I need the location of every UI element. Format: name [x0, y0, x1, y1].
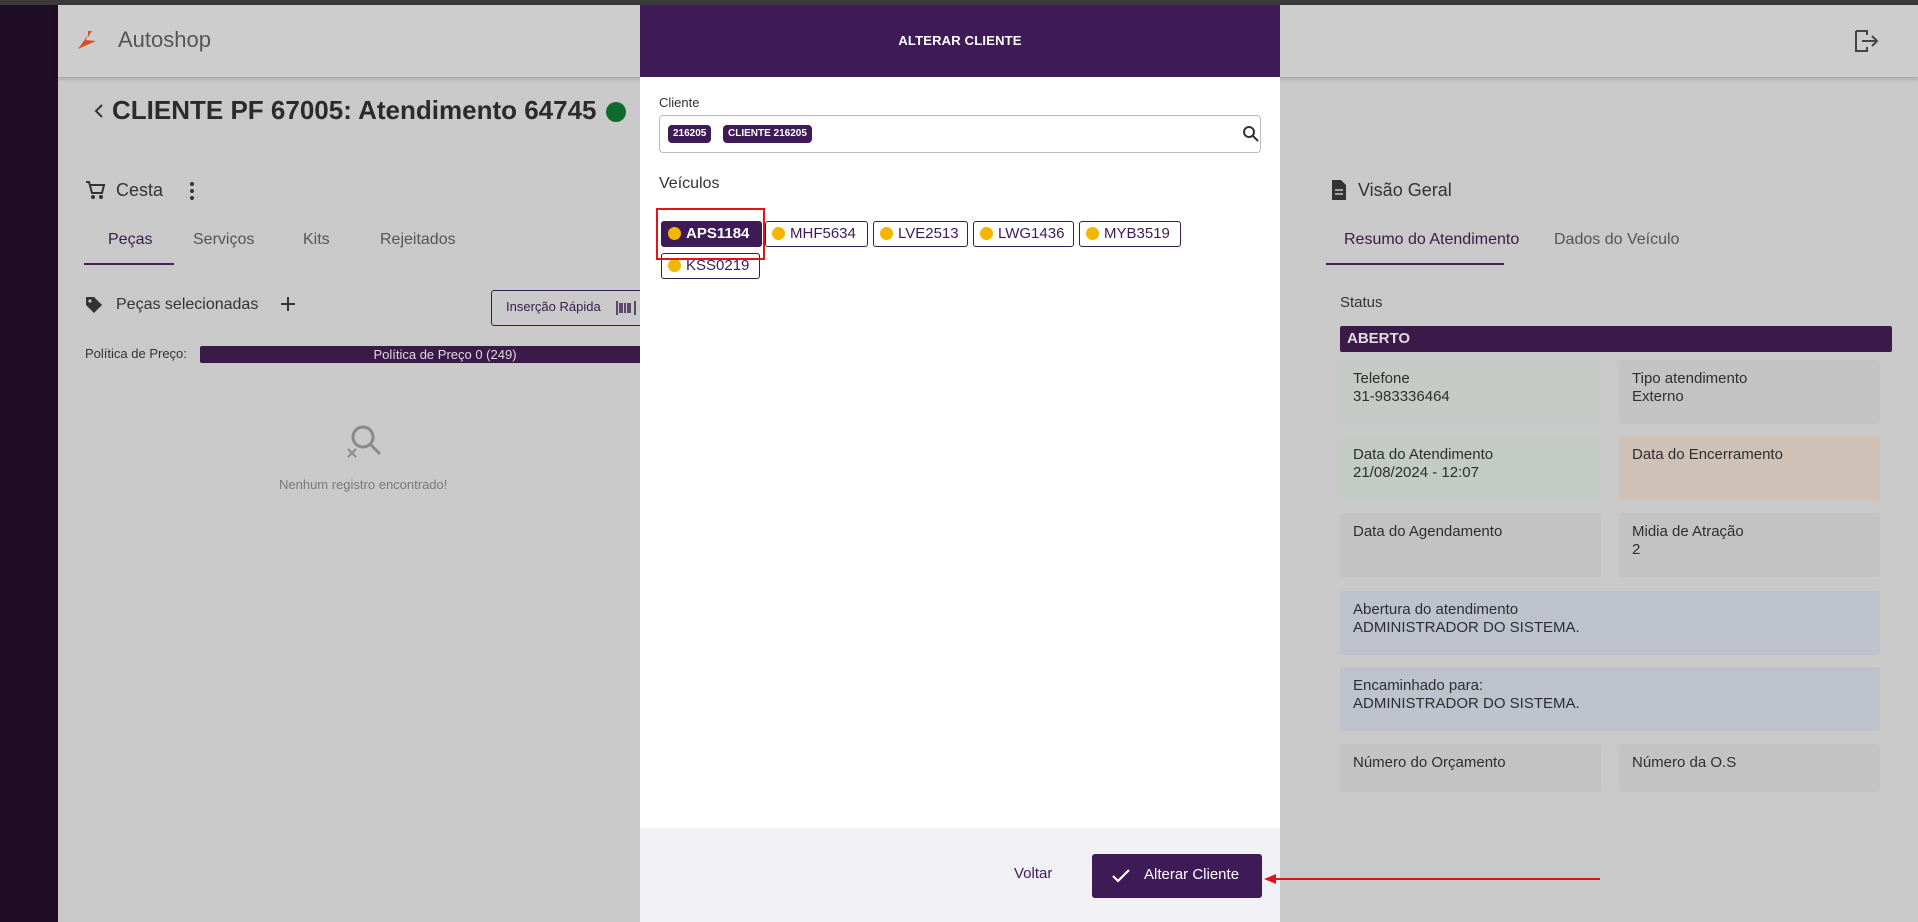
opening-label: Abertura do atendimento: [1353, 601, 1519, 618]
opening-card: Abertura do atendimento ADMINISTRADOR DO…: [1340, 591, 1880, 655]
annotation-arrow-icon: [1264, 874, 1600, 884]
tab-pecas[interactable]: Peças: [108, 231, 152, 249]
opening-value: ADMINISTRADOR DO SISTEMA.: [1353, 619, 1580, 636]
tab-rejeitados[interactable]: Rejeitados: [380, 231, 456, 249]
tab-kits[interactable]: Kits: [303, 231, 330, 249]
phone-card: Telefone 31-983336464: [1340, 360, 1601, 424]
tab-dados-veiculo[interactable]: Dados do Veículo: [1554, 231, 1679, 249]
more-vert-icon[interactable]: [188, 181, 196, 201]
tab-resumo[interactable]: Resumo do Atendimento: [1344, 231, 1519, 249]
vehicle-chip-lwg1436[interactable]: LWG1436: [973, 221, 1074, 247]
add-part-icon[interactable]: [280, 296, 296, 312]
vehicle-chip-lve2513[interactable]: LVE2513: [873, 221, 968, 247]
tab-servicos[interactable]: Serviços: [193, 231, 254, 249]
app-title: Autoshop: [118, 27, 211, 52]
status-indicator: [606, 102, 626, 122]
change-client-button[interactable]: Alterar Cliente: [1092, 854, 1262, 898]
back-button[interactable]: Voltar: [1014, 865, 1052, 882]
selected-parts-label: Peças selecionadas: [116, 296, 259, 313]
close-date-label: Data do Encerramento: [1632, 446, 1783, 463]
check-icon: [1112, 869, 1130, 883]
overview-title: Visão Geral: [1358, 180, 1452, 200]
client-search-input[interactable]: 216205 CLIENTE 216205: [659, 115, 1261, 153]
tab-resumo-underline: [1326, 263, 1504, 265]
vehicle-plate: MHF5634: [790, 225, 856, 242]
vehicles-label: Veículos: [659, 175, 720, 192]
search-off-icon: [347, 425, 382, 458]
vehicle-status-dot: [1086, 227, 1099, 240]
modal-footer: Voltar Alterar Cliente: [640, 828, 1280, 922]
service-date-card: Data do Atendimento 21/08/2024 - 12:07: [1340, 436, 1601, 500]
forwarded-card: Encaminhado para: ADMINISTRADOR DO SISTE…: [1340, 667, 1880, 731]
schedule-date-card: Data do Agendamento: [1340, 513, 1601, 577]
status-label: Status: [1340, 294, 1383, 311]
status-value: ABERTO: [1340, 326, 1892, 352]
service-type-value: Externo: [1632, 388, 1684, 405]
media-value: 2: [1632, 541, 1641, 558]
client-chip-name[interactable]: CLIENTE 216205: [723, 125, 812, 143]
vehicle-plate: MYB3519: [1104, 225, 1170, 242]
tag-icon: [86, 297, 102, 313]
tab-pecas-underline: [84, 263, 174, 265]
os-number-label: Número da O.S: [1632, 754, 1737, 771]
vehicle-status-dot: [880, 227, 893, 240]
empty-message: Nenhum registro encontrado!: [279, 477, 448, 492]
page-title: CLIENTE PF 67005: Atendimento 64745: [112, 95, 597, 125]
cesta-title: Cesta: [116, 180, 164, 200]
vehicle-status-dot: [980, 227, 993, 240]
media-card: Midia de Atração 2: [1619, 513, 1880, 577]
change-client-modal: ALTERAR CLIENTE Cliente 216205 CLIENTE 2…: [640, 5, 1280, 922]
logout-icon[interactable]: [1853, 29, 1879, 53]
autoshop-logo-icon: [78, 31, 96, 49]
cart-icon: [86, 181, 106, 199]
os-number-card: Número da O.S: [1619, 744, 1880, 792]
vehicle-chip-mhf5634[interactable]: MHF5634: [765, 221, 868, 247]
vehicle-plate: LWG1436: [998, 225, 1065, 242]
vehicle-status-dot: [772, 227, 785, 240]
budget-number-card: Número do Orçamento: [1340, 744, 1601, 792]
service-type-card: Tipo atendimento Externo: [1619, 360, 1880, 424]
service-date-label: Data do Atendimento: [1353, 446, 1494, 463]
phone-value: 31-983336464: [1353, 388, 1450, 405]
service-type-label: Tipo atendimento: [1632, 370, 1748, 387]
budget-number-label: Número do Orçamento: [1353, 754, 1506, 771]
back-arrow-icon[interactable]: [92, 102, 106, 120]
price-policy-label: Política de Preço:: [85, 346, 187, 361]
client-chip-code[interactable]: 216205: [668, 125, 712, 143]
search-icon[interactable]: [1242, 125, 1260, 143]
phone-label: Telefone: [1353, 370, 1410, 387]
left-sidebar: [0, 5, 58, 922]
service-date-value: 21/08/2024 - 12:07: [1353, 464, 1479, 481]
barcode-icon: [616, 301, 636, 315]
client-field-label: Cliente: [659, 95, 700, 110]
selection-highlight: [656, 208, 765, 260]
forwarded-label: Encaminhado para:: [1353, 677, 1484, 694]
change-client-button-label: Alterar Cliente: [1144, 866, 1240, 883]
forwarded-value: ADMINISTRADOR DO SISTEMA.: [1353, 695, 1580, 712]
vehicle-status-dot: [668, 259, 681, 272]
vehicle-chip-myb3519[interactable]: MYB3519: [1079, 221, 1181, 247]
vehicle-plate: LVE2513: [898, 225, 959, 242]
quick-insert-label: Inserção Rápida: [506, 299, 601, 314]
price-policy-value[interactable]: Política de Preço 0 (249): [200, 346, 690, 363]
schedule-date-label: Data do Agendamento: [1353, 523, 1503, 540]
document-icon: [1332, 180, 1346, 200]
modal-title: ALTERAR CLIENTE: [640, 5, 1280, 77]
media-label: Midia de Atração: [1632, 523, 1744, 540]
close-date-card: Data do Encerramento: [1619, 436, 1880, 500]
